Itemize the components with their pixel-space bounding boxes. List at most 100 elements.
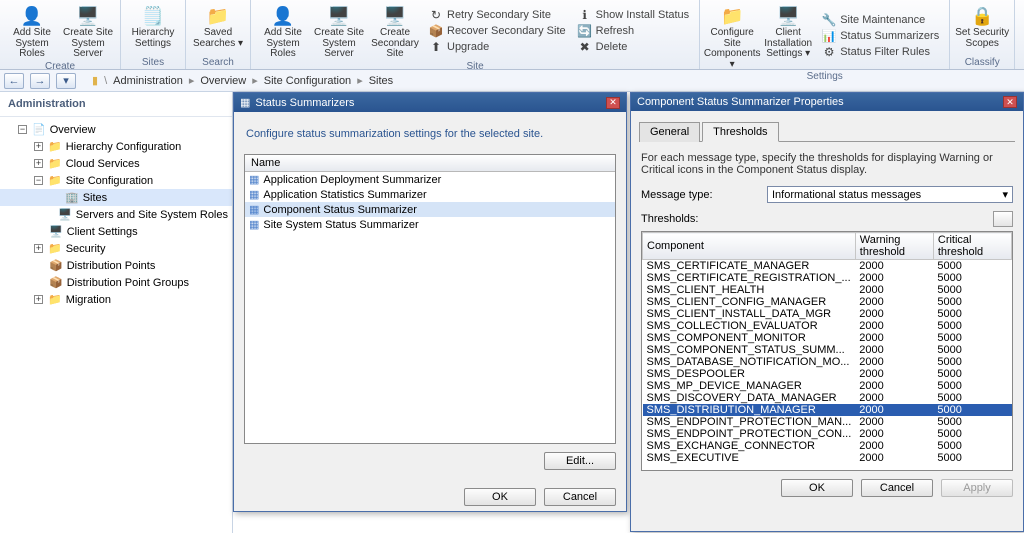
breadcrumb-root[interactable]: Administration (113, 75, 183, 87)
table-row[interactable]: SMS_DATABASE_NOTIFICATION_MO...20005000 (643, 356, 1012, 368)
tree-item[interactable]: 🖥️Servers and Site System Roles (0, 206, 232, 223)
tree-item[interactable]: +📁Hierarchy Configuration (0, 138, 232, 155)
expand-icon[interactable]: + (34, 244, 43, 253)
expand-icon[interactable]: − (34, 176, 43, 185)
ribbon-label: Set Security (955, 28, 1009, 39)
edit-button[interactable]: Edit... (544, 452, 616, 470)
list-item[interactable]: ▦Application Deployment Summarizer (245, 172, 615, 187)
breadcrumb-item[interactable]: Overview (200, 75, 246, 87)
expand-icon[interactable]: + (34, 159, 43, 168)
table-row[interactable]: SMS_CLIENT_CONFIG_MANAGER20005000 (643, 296, 1012, 308)
tab-thresholds[interactable]: Thresholds (702, 122, 778, 142)
tree-item[interactable]: −📁Site Configuration (0, 172, 232, 189)
tree-item[interactable]: 📦Distribution Point Groups (0, 274, 232, 291)
ribbon-button[interactable]: 🖥️CreateSecondary Site (367, 2, 423, 60)
col-warning[interactable]: Warning threshold (855, 233, 933, 260)
table-row[interactable]: SMS_EXECUTIVE20005000 (643, 452, 1012, 464)
description-text: For each message type, specify the thres… (641, 152, 1013, 176)
table-row[interactable]: SMS_CLIENT_HEALTH20005000 (643, 284, 1012, 296)
ribbon-small-button[interactable]: 🔄Refresh (576, 23, 692, 39)
forward-button[interactable]: → (30, 73, 50, 89)
summarizer-list[interactable]: Name ▦Application Deployment Summarizer▦… (244, 154, 616, 444)
cell-warning: 2000 (855, 440, 933, 452)
dialog-title: Status Summarizers (255, 97, 354, 109)
ribbon-small-button[interactable]: ✖Delete (576, 39, 692, 55)
apply-button[interactable]: Apply (941, 479, 1013, 497)
back-button[interactable]: ← (4, 73, 24, 89)
list-icon: ▦ (249, 173, 259, 186)
table-row[interactable]: SMS_COMPONENT_MONITOR20005000 (643, 332, 1012, 344)
table-row[interactable]: SMS_DESPOOLER20005000 (643, 368, 1012, 380)
table-row[interactable]: SMS_COLLECTION_EVALUATOR20005000 (643, 320, 1012, 332)
ribbon-button[interactable]: 🖥️Create SiteSystem Server (60, 2, 116, 60)
dialog-titlebar[interactable]: Component Status Summarizer Properties ✕ (631, 93, 1023, 111)
tree-item[interactable]: 📦Distribution Points (0, 257, 232, 274)
column-header-name[interactable]: Name (245, 155, 615, 172)
table-row[interactable]: SMS_EXCHANGE_CONNECTOR20005000 (643, 440, 1012, 452)
ribbon-button[interactable]: 👤Add SiteSystem Roles (255, 2, 311, 60)
col-component[interactable]: Component (643, 233, 856, 260)
ok-button[interactable]: OK (781, 479, 853, 497)
ribbon-button[interactable]: 👤Add SiteSystem Roles (4, 2, 60, 60)
tree-item[interactable]: −📄Overview (0, 121, 232, 138)
cell-critical: 5000 (933, 272, 1011, 284)
ok-button[interactable]: OK (464, 488, 536, 506)
ribbon-button[interactable]: 🖥️Create SiteSystem Server (311, 2, 367, 60)
ribbon-small-button[interactable]: ↻Retry Secondary Site (427, 7, 568, 23)
tree-item[interactable]: 🏢Sites (0, 189, 232, 206)
list-item[interactable]: ▦Site System Status Summarizer (245, 217, 615, 232)
table-row[interactable]: SMS_ENDPOINT_PROTECTION_CON...20005000 (643, 428, 1012, 440)
cell-component: SMS_CERTIFICATE_REGISTRATION_... (643, 272, 856, 284)
expand-icon[interactable]: + (34, 295, 43, 304)
cancel-button[interactable]: Cancel (861, 479, 933, 497)
cell-critical: 5000 (933, 332, 1011, 344)
cell-component: SMS_CLIENT_INSTALL_DATA_MGR (643, 308, 856, 320)
thresholds-action-button[interactable] (993, 211, 1013, 227)
ribbon-small-button[interactable]: 📊Status Summarizers (820, 28, 941, 44)
ribbon-button[interactable]: 🔒Set SecurityScopes (954, 2, 1010, 56)
ribbon-small-button[interactable]: ℹShow Install Status (576, 7, 692, 23)
ribbon-small-button[interactable]: ⬆Upgrade (427, 39, 568, 55)
expand-icon[interactable]: + (34, 142, 43, 151)
history-button[interactable]: ▾ (56, 73, 76, 89)
table-row[interactable]: SMS_DISCOVERY_DATA_MANAGER20005000 (643, 392, 1012, 404)
close-icon[interactable]: ✕ (606, 97, 620, 109)
cancel-button[interactable]: Cancel (544, 488, 616, 506)
table-row[interactable]: SMS_ENDPOINT_PROTECTION_MAN...20005000 (643, 416, 1012, 428)
breadcrumb-item[interactable]: Sites (369, 75, 393, 87)
table-row[interactable]: SMS_CLIENT_INSTALL_DATA_MGR20005000 (643, 308, 1012, 320)
ribbon-button[interactable]: 🖥️ClientInstallation Settings ▾ (760, 2, 816, 70)
list-item[interactable]: ▦Application Statistics Summarizer (245, 187, 615, 202)
cell-component: SMS_COMPONENT_STATUS_SUMM... (643, 344, 856, 356)
ribbon-small-button[interactable]: 🔧Site Maintenance (820, 12, 941, 28)
message-type-dropdown[interactable]: Informational status messages ▾ (767, 186, 1013, 203)
tree-item[interactable]: +📁Migration (0, 291, 232, 308)
table-row[interactable]: SMS_DISTRIBUTION_MANAGER20005000 (643, 404, 1012, 416)
list-item[interactable]: ▦Component Status Summarizer (245, 202, 615, 217)
table-row[interactable]: SMS_CERTIFICATE_REGISTRATION_...20005000 (643, 272, 1012, 284)
breadcrumb-item[interactable]: Site Configuration (264, 75, 351, 87)
tree-label: Site Configuration (66, 175, 153, 187)
ribbon-button[interactable]: 🗒️HierarchySettings (125, 2, 181, 56)
ribbon-button[interactable]: 📋Properties (1019, 2, 1024, 56)
cell-warning: 2000 (855, 416, 933, 428)
col-critical[interactable]: Critical threshold (933, 233, 1011, 260)
dialog-titlebar[interactable]: ▦Status Summarizers ✕ (234, 93, 626, 112)
tree-item[interactable]: +📁Cloud Services (0, 155, 232, 172)
tab-general[interactable]: General (639, 122, 700, 142)
table-row[interactable]: SMS_COMPONENT_STATUS_SUMM...20005000 (643, 344, 1012, 356)
close-icon[interactable]: ✕ (1003, 96, 1017, 108)
cell-warning: 2000 (855, 272, 933, 284)
tree-item[interactable]: 🖥️Client Settings (0, 223, 232, 240)
ribbon-small-button[interactable]: 📦Recover Secondary Site (427, 23, 568, 39)
table-row[interactable]: SMS_CERTIFICATE_MANAGER20005000 (643, 260, 1012, 273)
tree-item[interactable]: +📁Security (0, 240, 232, 257)
ribbon-button[interactable]: 📁Configure SiteComponents ▾ (704, 2, 760, 70)
expand-icon[interactable]: − (18, 125, 27, 134)
table-row[interactable]: SMS_MP_DEVICE_MANAGER20005000 (643, 380, 1012, 392)
thresholds-grid[interactable]: Component Warning threshold Critical thr… (641, 231, 1013, 471)
ribbon-button[interactable]: 📁SavedSearches ▾ (190, 2, 246, 56)
ribbon-icon: 🔧 (822, 13, 836, 27)
info-text: Configure status summarization settings … (246, 128, 614, 140)
ribbon-small-button[interactable]: ⚙Status Filter Rules (820, 44, 941, 60)
